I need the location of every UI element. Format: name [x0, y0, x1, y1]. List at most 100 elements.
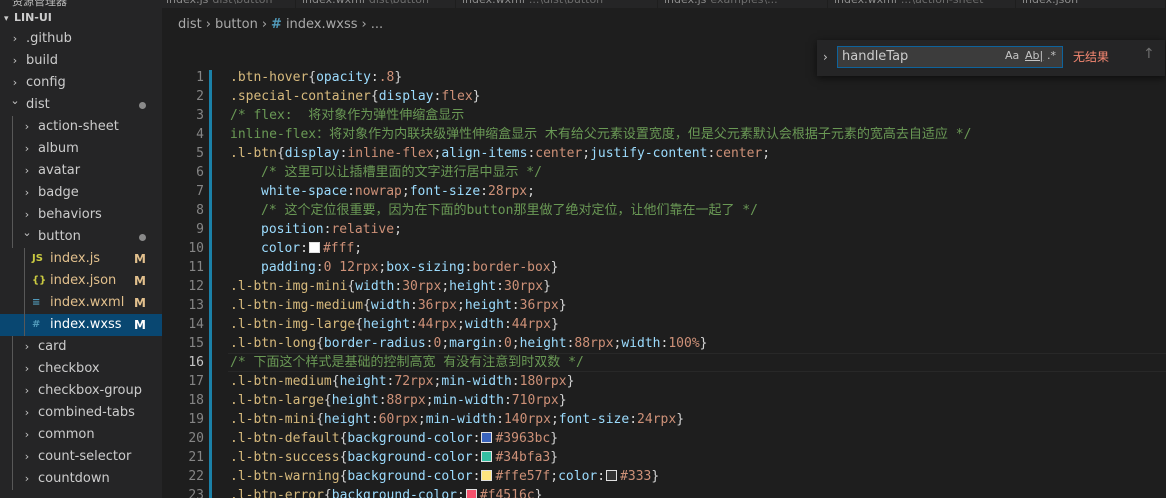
line-number: 11 — [188, 260, 204, 275]
editor-tab[interactable]: index.js dist\button — [160, 0, 296, 8]
breadcrumb-button[interactable]: button — [215, 17, 258, 32]
tree-item-label: index.json — [50, 273, 117, 288]
folder-dist[interactable]: ⌄ dist — [0, 94, 162, 116]
folder-github[interactable]: › .github — [0, 28, 162, 50]
code-token: } — [550, 431, 559, 446]
color-swatch[interactable] — [465, 489, 477, 498]
line-text: /* flex: 将对象作为弹性伸缩盒显示 — [230, 106, 464, 125]
breadcrumb: dist › button › # index.wxss ›... — [178, 17, 383, 32]
folder-avatar[interactable]: › avatar — [0, 160, 162, 182]
file-index-json[interactable]: {} index.json M — [0, 270, 162, 292]
code-token: 88rpx — [386, 393, 426, 408]
folder-countdown[interactable]: › countdown — [0, 468, 162, 490]
color-swatch[interactable] — [481, 451, 493, 462]
line-number: 7 — [196, 184, 204, 199]
code-token: /* 这里可以让插槽里面的文字进行居中显示 */ — [261, 165, 542, 180]
code-token: 30rpx — [503, 279, 544, 294]
color-swatch[interactable] — [308, 242, 320, 253]
code-token: box-sizing — [386, 260, 465, 275]
file-index-wxml[interactable]: ≡ index.wxml M — [0, 292, 162, 314]
code-token: : — [370, 70, 379, 85]
folder-config[interactable]: › config — [0, 72, 162, 94]
code-token: : — [503, 393, 512, 408]
breadcrumb-file[interactable]: index.wxss — [286, 17, 358, 32]
code-token: : — [410, 317, 418, 332]
folder-combined-tabs[interactable]: › combined-tabs — [0, 402, 162, 424]
line-number: 22 — [188, 469, 204, 484]
code-token: .l-btn — [230, 146, 277, 161]
chevron-right-icon: › — [24, 186, 30, 199]
file-index-js[interactable]: JS index.js M — [0, 248, 162, 270]
line-number: 1 — [196, 70, 204, 85]
tree-item-label: common — [38, 427, 95, 442]
folder-checkbox[interactable]: › checkbox — [0, 358, 162, 380]
indent-guide — [12, 204, 13, 226]
tree-item-label: checkbox — [38, 361, 100, 376]
line-text: .l-btn-mini{height:60rpx;min-width:140rp… — [230, 410, 684, 429]
code-token: #f4516c — [479, 488, 535, 498]
breadcrumb-dist[interactable]: dist — [178, 17, 202, 32]
code-token: : — [629, 412, 638, 427]
line-text: inline-flex：将对象作为内联块级弹性伸缩盒显示 木有给父元素设置宽度，… — [230, 125, 971, 144]
tree-item-label: card — [38, 339, 67, 354]
tree-item-label: album — [38, 141, 79, 156]
code-token: .l-btn-mini — [230, 412, 317, 427]
folder-action-sheet[interactable]: › action-sheet — [0, 116, 162, 138]
editor-tab[interactable]: index.js examples\... — [658, 0, 828, 8]
find-widget: › handleTap Aa Ab| .* 无结果 ↑ — [817, 40, 1165, 76]
folder-common[interactable]: › common — [0, 424, 162, 446]
code-token: } — [558, 393, 567, 408]
use-regex-icon[interactable]: .* — [1047, 49, 1056, 62]
code-token: 24rpx — [637, 412, 677, 427]
match-case-icon[interactable]: Aa — [1005, 49, 1019, 62]
indent-guide — [24, 248, 25, 270]
line-text: .l-btn-img-large{height:44rpx;width:44rp… — [230, 315, 559, 334]
match-whole-word-icon[interactable]: Ab| — [1025, 49, 1043, 62]
color-swatch[interactable] — [481, 470, 493, 481]
code-token: ; — [394, 222, 402, 237]
code-line: 16 /* 下面这个样式是基础的控制高宽 有没有注意到时双数 */ — [162, 353, 1166, 372]
editor-tab[interactable]: index.json — [1016, 0, 1166, 8]
editor-tab-name: index.wxml — [302, 0, 365, 6]
folder-checkbox-group[interactable]: › checkbox-group — [0, 380, 162, 402]
code-token: ; — [550, 469, 559, 484]
chevron-right-icon: › — [24, 406, 30, 419]
editor-tab[interactable]: index.wxml dist\button — [296, 0, 456, 8]
breadcrumb-more[interactable]: ... — [371, 17, 383, 32]
code-token: } — [550, 260, 559, 275]
file-type-icon: # — [32, 319, 41, 330]
code-token: width — [464, 317, 504, 332]
previous-match-arrow-icon[interactable]: ↑ — [1143, 46, 1155, 62]
workspace-root[interactable]: ▾ LIN-UI — [0, 8, 162, 28]
folder-count-selector[interactable]: › count-selector — [0, 446, 162, 468]
line-number: 5 — [196, 146, 204, 161]
code-line: 23 .l-btn-error{background-color: #f4516c} — [162, 486, 1166, 498]
folder-card[interactable]: › card — [0, 336, 162, 358]
line-number: 17 — [188, 374, 204, 389]
tree-item-label: avatar — [38, 163, 81, 178]
code-token: } — [676, 412, 685, 427]
code-token: } — [558, 298, 567, 313]
chevron-right-icon: › — [24, 472, 30, 485]
toggle-replace-chevron-icon[interactable]: › — [823, 50, 828, 64]
editor-tab[interactable]: index.wxml ...\action-sheet — [828, 0, 1016, 8]
code-token: white-space — [261, 184, 348, 199]
code-token: inline-flex：将对象作为内联块级弹性伸缩盒显示 木有给父元素设置宽度，… — [230, 127, 972, 142]
folder-button[interactable]: ⌄ button — [0, 226, 162, 248]
folder-badge[interactable]: › badge — [0, 182, 162, 204]
code-token: background-color — [331, 488, 457, 498]
tree-item-label: dist — [26, 97, 50, 112]
git-status-badge: M — [134, 318, 146, 332]
code-token: : — [496, 279, 504, 294]
line-text: .l-btn-error{background-color: #f4516c} — [230, 486, 542, 498]
code-token: border-box — [472, 260, 551, 275]
folder-build[interactable]: › build — [0, 50, 162, 72]
code-token: /* 下面这个样式是基础的控制高宽 有没有注意到时双数 */ — [230, 355, 584, 370]
file-index-wxss[interactable]: # index.wxss M — [0, 314, 162, 336]
folder-album[interactable]: › album — [0, 138, 162, 160]
color-swatch[interactable] — [606, 470, 618, 481]
code-token: .l-btn-error — [230, 488, 324, 498]
color-swatch[interactable] — [481, 432, 493, 443]
code-token: : — [315, 260, 324, 275]
editor-tab[interactable]: index.wxml ...\dist\button — [456, 0, 658, 8]
